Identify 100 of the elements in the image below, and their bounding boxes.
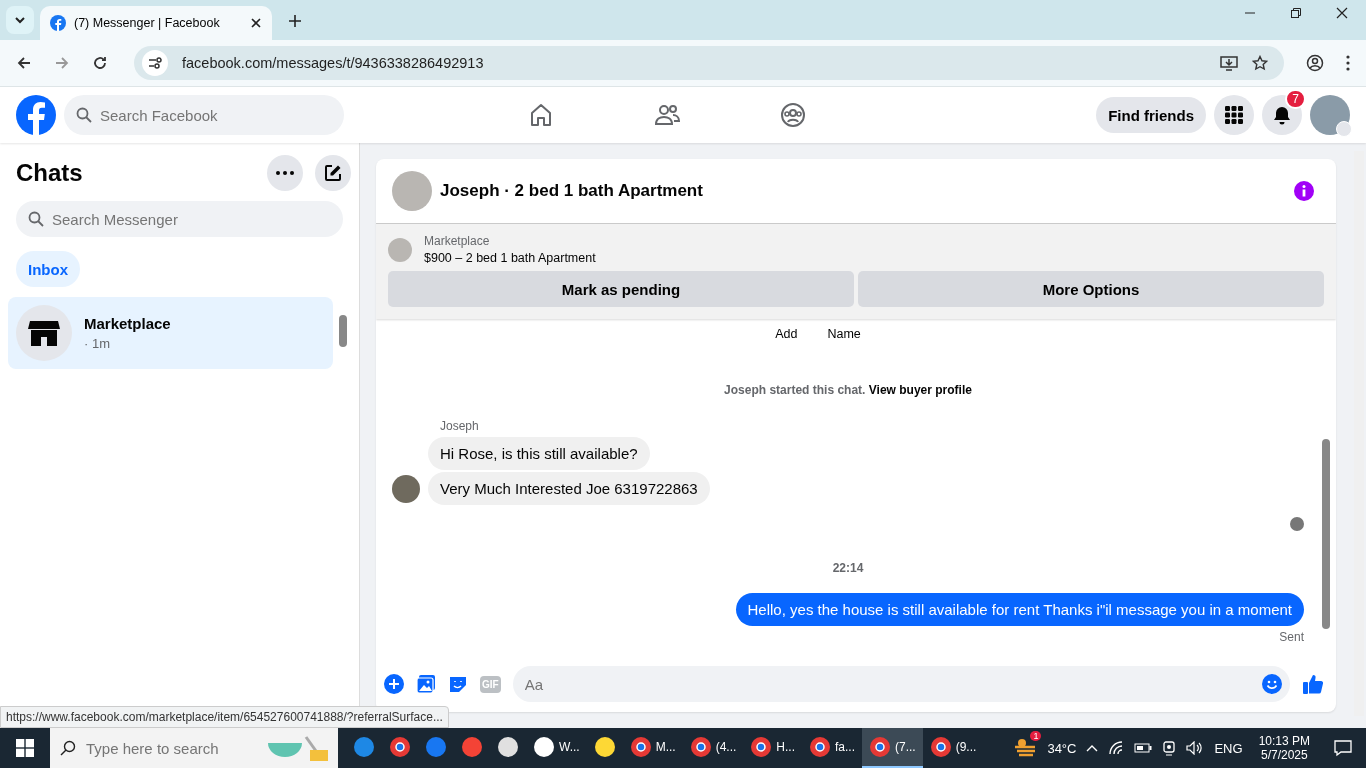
site-settings-icon[interactable] xyxy=(142,50,168,76)
speaker-icon[interactable] xyxy=(1186,741,1205,755)
chat-list-item[interactable]: Marketplace · 1m xyxy=(8,297,333,369)
sender-name: Joseph xyxy=(440,419,480,433)
menu-button[interactable] xyxy=(1214,95,1254,135)
app-icon xyxy=(389,736,411,758)
back-arrow-icon[interactable] xyxy=(16,55,32,71)
browser-tab[interactable]: (7) Messenger | Facebook xyxy=(40,6,272,40)
clock-date: 5/7/2025 xyxy=(1260,748,1308,762)
taskbar-app[interactable]: M... xyxy=(622,728,683,768)
listing-title: $900 – 2 bed 1 bath Apartment xyxy=(424,251,596,265)
ellipsis-icon xyxy=(276,171,294,175)
sticker-icon[interactable] xyxy=(448,674,468,694)
taskbar-app[interactable]: W... xyxy=(526,728,587,768)
plus-circle-icon[interactable] xyxy=(384,674,404,694)
scrollbar[interactable] xyxy=(1322,439,1330,629)
app-icon xyxy=(689,736,712,758)
groups-icon[interactable] xyxy=(780,102,806,128)
info-icon[interactable] xyxy=(1294,181,1314,201)
app-icon xyxy=(869,736,892,758)
notification-badge: 7 xyxy=(1285,89,1306,109)
plus-icon[interactable] xyxy=(288,14,302,28)
notifications-icon[interactable] xyxy=(1334,739,1352,757)
weather-badge: 1 xyxy=(1030,731,1042,741)
listing-action-button[interactable]: Mark as pending xyxy=(388,271,854,307)
app-icon xyxy=(497,736,519,758)
chat-name: Marketplace xyxy=(84,315,171,332)
home-icon[interactable] xyxy=(528,102,554,128)
app-icon xyxy=(629,736,652,758)
friends-icon[interactable] xyxy=(654,102,680,128)
install-app-icon[interactable] xyxy=(1220,55,1238,71)
chat-started-notice: Joseph started this chat. View buyer profile xyxy=(723,383,973,397)
delivery-status: Sent xyxy=(1279,630,1304,644)
battery-icon[interactable] xyxy=(1134,743,1153,753)
quick-action-label[interactable]: Add xyxy=(775,327,798,341)
search-field[interactable]: Search Facebook xyxy=(64,95,344,135)
storefront-icon xyxy=(28,319,60,347)
address-bar[interactable]: facebook.com/messages/t/9436338286492913 xyxy=(134,46,1284,80)
profile-icon[interactable] xyxy=(1306,54,1324,72)
incoming-message: Very Much Interested Joe 6319722863 xyxy=(428,472,710,505)
listing-photo-placeholder xyxy=(388,237,412,262)
outgoing-message: Hello, yes the house is still available for rent Thanks i"il message you in a moment xyxy=(735,593,1304,626)
taskbar-app[interactable]: (4... xyxy=(682,728,744,768)
app-icon xyxy=(533,736,555,758)
listing-action-button[interactable]: More Options xyxy=(858,271,1324,307)
chats-title: Chats xyxy=(16,159,83,187)
message-input[interactable]: Aa xyxy=(512,666,1290,702)
scrollbar[interactable] xyxy=(339,315,347,347)
app-icon xyxy=(461,736,483,758)
language-indicator[interactable]: ENG xyxy=(1214,740,1243,756)
tab-list-button[interactable] xyxy=(6,6,34,34)
conversation-title: Joseph · 2 bed 1 bath Apartment xyxy=(440,181,704,201)
listing-photo-placeholder xyxy=(392,171,432,211)
more-menu-icon[interactable] xyxy=(1346,55,1350,71)
reload-icon[interactable] xyxy=(92,55,108,71)
emoji-icon[interactable] xyxy=(1262,674,1282,694)
taskbar-app[interactable]: fa... xyxy=(802,728,863,768)
chat-time: · 1m xyxy=(84,336,111,351)
incoming-message: Hi Rose, is this still available? xyxy=(428,437,650,470)
url-text: facebook.com/messages/t/9436338286492913 xyxy=(182,55,485,71)
read-receipt-photo-placeholder xyxy=(1290,517,1304,531)
windows-start-icon[interactable] xyxy=(16,739,34,757)
camera-icon[interactable] xyxy=(1162,740,1177,756)
message-timestamp: 22:14 xyxy=(832,561,864,575)
more-options-button[interactable] xyxy=(267,155,303,191)
link-preview-url: https://www.facebook.com/marketplace/item/654527600741888/?referralSurface... xyxy=(0,706,449,728)
facebook-logo-icon xyxy=(50,15,66,31)
chevron-down-icon xyxy=(14,14,26,26)
close-icon[interactable] xyxy=(1336,7,1348,19)
forward-arrow-icon[interactable] xyxy=(54,55,70,71)
taskbar-app[interactable]: (7... xyxy=(862,728,923,768)
view-buyer-profile-link[interactable]: View buyer profile xyxy=(868,383,972,397)
taskbar-app[interactable]: (9... xyxy=(922,728,984,768)
inbox-filter-tab[interactable]: Inbox xyxy=(16,251,80,287)
app-icon xyxy=(593,736,616,758)
app-icon xyxy=(353,736,375,758)
star-icon[interactable] xyxy=(1252,55,1268,71)
quick-action-label[interactable]: Name xyxy=(827,327,861,341)
listing-source: Marketplace xyxy=(424,234,491,248)
app-icon xyxy=(750,736,773,758)
taskbar-app[interactable]: H... xyxy=(743,728,802,768)
find-friends-button[interactable]: Find friends xyxy=(1096,97,1206,133)
profile-photo-placeholder[interactable] xyxy=(1310,95,1350,135)
app-icon xyxy=(809,736,831,758)
restore-icon[interactable] xyxy=(1290,7,1302,19)
chevron-up-icon[interactable] xyxy=(1086,743,1099,753)
search-field[interactable]: Search Messenger xyxy=(16,201,343,237)
wifi-icon[interactable] xyxy=(1108,741,1125,755)
sender-photo-placeholder xyxy=(392,474,420,503)
thumbs-up-icon[interactable] xyxy=(1302,673,1324,695)
app-icon xyxy=(425,736,447,758)
new-message-button[interactable] xyxy=(315,155,351,191)
taskbar-search-field[interactable]: Type here to search xyxy=(50,728,338,768)
facebook-logo-icon[interactable] xyxy=(16,95,56,135)
close-icon[interactable] xyxy=(250,17,262,29)
search-icon xyxy=(60,740,76,756)
bell-icon xyxy=(1272,105,1292,125)
compose-icon xyxy=(324,164,342,182)
photo-icon[interactable] xyxy=(416,674,436,694)
clock-time: 10:13 PM xyxy=(1258,734,1310,748)
